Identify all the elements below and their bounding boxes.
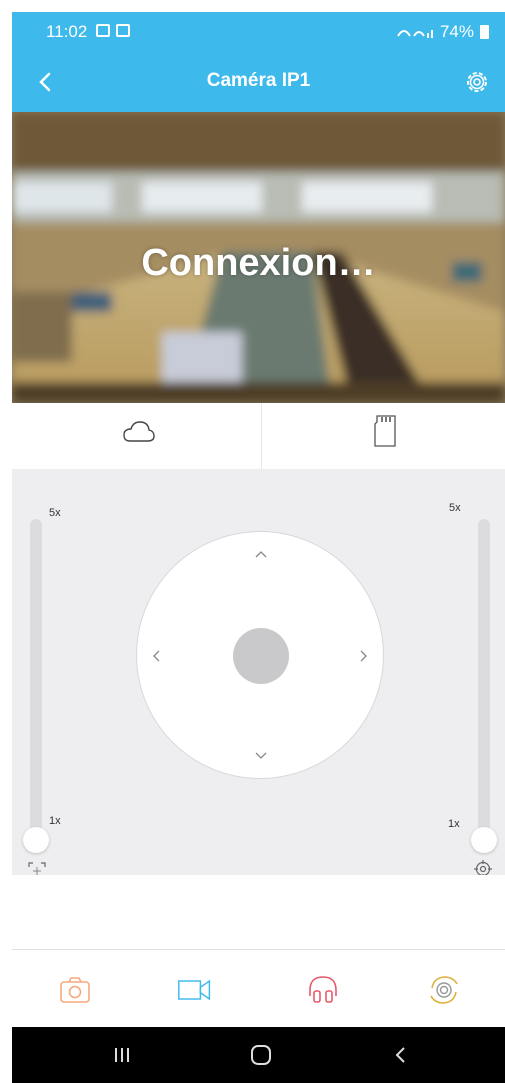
right-zoom-slider-thumb[interactable] [471, 827, 497, 853]
spacer [12, 875, 505, 949]
joystick-knob[interactable] [233, 628, 289, 684]
sd-card-icon[interactable] [373, 414, 399, 448]
ptz-joystick[interactable] [136, 531, 384, 779]
recent-apps-icon[interactable] [110, 1044, 134, 1066]
status-time: 11:02 [46, 22, 88, 41]
camera-icon[interactable] [57, 972, 93, 1008]
home-icon[interactable] [249, 1044, 273, 1066]
video-notification-icon [116, 24, 130, 37]
pan-left-icon[interactable] [149, 648, 165, 664]
app-bar: Caméra IP1 [12, 52, 505, 112]
cloud-icon[interactable] [122, 417, 156, 447]
action-toolbar [12, 949, 505, 1027]
right-zoom-max-label: 5x [449, 502, 461, 514]
headphones-icon[interactable] [305, 972, 341, 1008]
ptz-control-panel: 5x 1x 5x 1x [12, 469, 505, 880]
video-camera-icon[interactable] [177, 972, 213, 1008]
rotate-camera-icon[interactable] [426, 972, 462, 1008]
divider [261, 403, 262, 469]
system-back-icon[interactable] [389, 1044, 413, 1066]
status-bar: 11:02 74% [12, 12, 505, 52]
pan-down-icon[interactable] [253, 748, 269, 764]
storage-options [12, 403, 505, 469]
right-zoom-track[interactable] [478, 519, 490, 839]
notification-icons [96, 24, 130, 37]
pan-up-icon[interactable] [253, 546, 269, 562]
right-zoom-min-label: 1x [448, 818, 460, 830]
gear-icon[interactable] [463, 68, 491, 96]
connecting-overlay: Connexion… [141, 242, 376, 284]
left-zoom-slider-thumb[interactable] [23, 827, 49, 853]
system-nav-bar [12, 1027, 505, 1083]
left-zoom-track[interactable] [30, 519, 42, 839]
battery-percent: 74% [439, 22, 474, 41]
left-zoom-min-label: 1x [49, 815, 61, 827]
phone-screen: 11:02 74% Caméra IP1 Connexion… 5x 1x 5x… [12, 12, 505, 1083]
gallery-notification-icon [96, 24, 110, 37]
left-zoom-max-label: 5x [49, 507, 61, 519]
battery-icon [480, 25, 489, 39]
status-right: 74% [396, 22, 489, 42]
page-title: Caméra IP1 [206, 70, 311, 91]
signal-icon [397, 30, 433, 38]
video-feed[interactable]: Connexion… [12, 112, 505, 403]
pan-right-icon[interactable] [355, 648, 371, 664]
